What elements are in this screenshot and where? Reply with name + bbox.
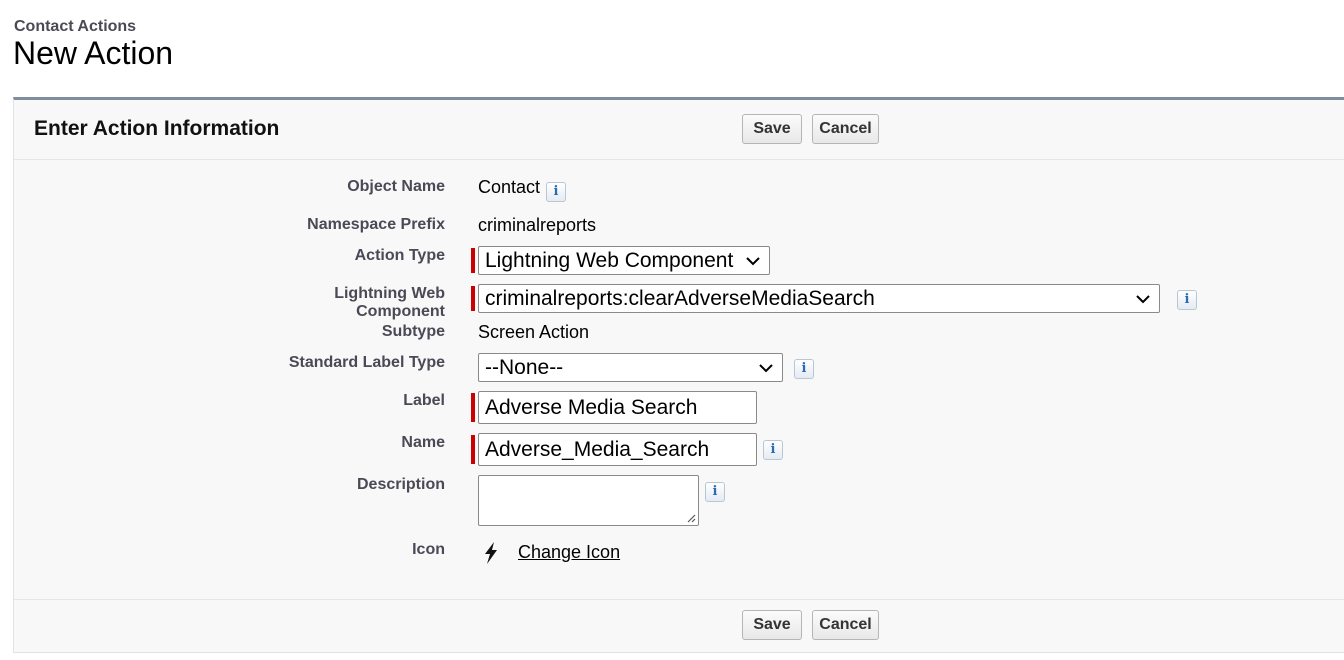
cancel-button-top[interactable]: Cancel (812, 114, 879, 144)
description-label: Description (356, 476, 445, 493)
standard-label-type-info-icon[interactable]: i (794, 359, 814, 379)
namespace-prefix-value: criminalreports (478, 215, 597, 235)
panel-header: Enter Action Information Save Cancel (14, 100, 1344, 160)
object-name-info-icon[interactable]: i (546, 182, 566, 202)
action-type-select[interactable]: Lightning Web Component (478, 246, 770, 275)
required-indicator (471, 393, 475, 422)
description-info-icon[interactable]: i (705, 482, 725, 502)
object-name-label: Object Name (347, 178, 445, 195)
action-type-value: Lightning Web Component (485, 249, 734, 272)
chevron-down-icon (1136, 295, 1150, 304)
name-info-icon[interactable]: i (763, 440, 783, 460)
lwc-label: Lightning Web Component (334, 285, 445, 320)
required-indicator (471, 435, 475, 464)
breadcrumb: Contact Actions (14, 18, 137, 35)
standard-label-type-select[interactable]: --None-- (478, 353, 783, 382)
required-indicator (471, 286, 475, 311)
icon-label: Icon (412, 541, 445, 558)
label-input[interactable]: Adverse Media Search (478, 391, 757, 424)
resize-handle-icon[interactable] (686, 513, 696, 523)
lwc-select[interactable]: criminalreports:clearAdverseMediaSearch (478, 284, 1160, 313)
lightning-bolt-icon (485, 542, 497, 564)
lwc-value: criminalreports:clearAdverseMediaSearch (485, 287, 875, 310)
name-input[interactable]: Adverse_Media_Search (478, 433, 757, 466)
object-name-value: Contact (478, 177, 541, 197)
panel-footer: Save Cancel (14, 599, 1344, 652)
standard-label-type-value: --None-- (485, 356, 564, 379)
chevron-down-icon (759, 364, 773, 373)
action-info-panel: Enter Action Information Save Cancel Obj… (13, 97, 1344, 653)
panel-title: Enter Action Information (34, 117, 280, 140)
standard-label-type-label: Standard Label Type (288, 354, 445, 371)
lwc-info-icon[interactable]: i (1177, 290, 1197, 310)
name-field-label: Name (401, 434, 445, 451)
cancel-button-bottom[interactable]: Cancel (812, 610, 879, 640)
action-type-label: Action Type (354, 247, 445, 264)
required-indicator (471, 248, 475, 273)
subtype-label: Subtype (381, 323, 445, 340)
change-icon-link[interactable]: Change Icon (518, 542, 620, 563)
chevron-down-icon (746, 257, 760, 266)
save-button-top[interactable]: Save (742, 114, 802, 144)
description-textarea[interactable] (478, 475, 699, 526)
namespace-prefix-label: Namespace Prefix (307, 216, 445, 233)
subtype-value: Screen Action (478, 322, 590, 342)
page-title: New Action (13, 35, 174, 71)
save-button-bottom[interactable]: Save (742, 610, 802, 640)
label-field-label: Label (403, 392, 445, 409)
